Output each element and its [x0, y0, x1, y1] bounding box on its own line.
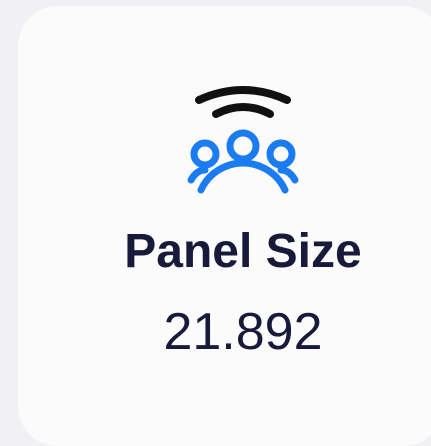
card-value: 21.892 [163, 303, 323, 361]
metric-card: Panel Size 21.892 [18, 6, 431, 446]
group-broadcast-icon [181, 84, 305, 202]
card-title: Panel Size [124, 225, 362, 278]
